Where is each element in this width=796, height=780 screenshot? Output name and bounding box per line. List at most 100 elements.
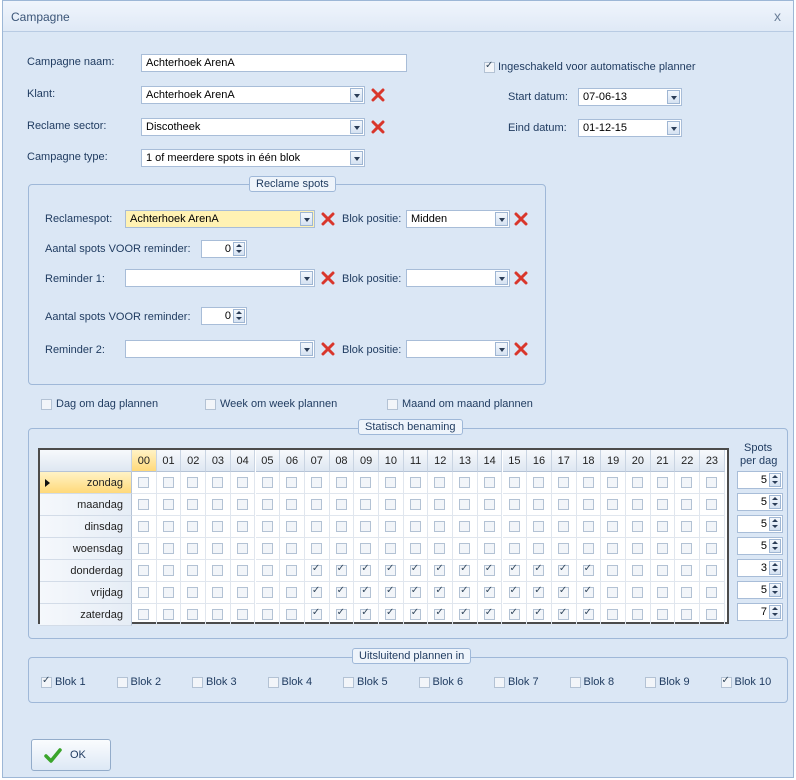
hour-checkbox[interactable] [681,477,693,488]
hour-checkbox[interactable] [459,477,471,488]
hour-header[interactable]: 12 [428,450,454,472]
spinner-arrows-icon[interactable] [769,473,781,487]
hour-checkbox[interactable] [632,587,643,598]
hour-header[interactable]: 05 [255,450,281,472]
blok-checkbox[interactable] [645,677,656,688]
hour-header[interactable]: 01 [156,450,182,472]
day-row-header[interactable]: donderdag [40,560,132,582]
hour-checkbox[interactable] [508,607,520,620]
hour-checkbox[interactable] [533,499,545,510]
hour-checkbox[interactable] [557,543,569,554]
hour-checkbox[interactable] [483,521,495,532]
hour-checkbox[interactable] [434,499,446,510]
hour-checkbox[interactable] [286,587,298,598]
hour-checkbox[interactable] [236,477,248,488]
hour-header[interactable]: 14 [477,450,503,472]
hour-header[interactable]: 07 [304,450,330,472]
spots-per-dag-spinner[interactable]: 5 [737,515,783,533]
hour-checkbox[interactable] [138,521,149,532]
hour-checkbox[interactable] [385,543,396,554]
hour-checkbox[interactable] [607,521,619,532]
hour-checkbox[interactable] [212,587,224,598]
hour-checkbox[interactable] [409,543,421,554]
blok-checkbox[interactable] [418,677,430,688]
chevron-down-icon[interactable] [300,342,313,356]
remove-reminder-2-icon[interactable] [321,342,335,356]
hour-checkbox[interactable] [360,543,372,554]
blok-checkbox[interactable] [267,677,279,688]
hour-checkbox[interactable] [385,521,396,532]
spots-per-dag-spinner[interactable]: 7 [737,603,783,621]
hour-checkbox[interactable] [236,609,248,620]
spots-per-dag-spinner[interactable]: 5 [737,493,783,511]
blok-checkbox[interactable] [343,677,354,688]
hour-checkbox[interactable] [310,607,322,620]
hour-checkbox[interactable] [483,499,495,510]
start-datum-picker[interactable]: 07-06-13 [578,88,682,106]
hour-checkbox[interactable] [261,565,273,576]
spinner-arrows-icon[interactable] [233,309,245,323]
aantal-spots-2-spinner[interactable]: 0 [201,307,247,325]
hour-checkbox[interactable] [385,563,396,576]
hour-checkbox[interactable] [706,609,718,620]
hour-checkbox[interactable] [706,565,718,576]
reclame-sector-combo[interactable]: Discotheek [141,118,365,136]
hour-checkbox[interactable] [335,563,347,576]
close-icon[interactable]: x [774,8,781,24]
hour-checkbox[interactable] [508,499,520,510]
hour-checkbox[interactable] [310,499,322,510]
hour-checkbox[interactable] [459,607,471,620]
hour-checkbox[interactable] [483,477,495,488]
spinner-arrows-icon[interactable] [769,539,781,553]
hour-header[interactable]: 06 [280,450,305,472]
hour-header[interactable]: 11 [403,450,429,472]
hour-checkbox[interactable] [162,587,174,598]
hour-checkbox[interactable] [533,585,545,598]
hour-header[interactable]: 16 [527,450,552,472]
blok-checkbox[interactable] [41,675,52,688]
blok-positie-3-combo[interactable] [406,340,510,358]
chevron-down-icon[interactable] [350,151,363,165]
remove-klant-icon[interactable] [371,88,385,102]
hour-checkbox[interactable] [681,609,693,620]
hour-checkbox[interactable] [459,543,471,554]
hour-checkbox[interactable] [557,477,569,488]
hour-checkbox[interactable] [656,499,668,510]
hour-checkbox[interactable] [162,521,174,532]
hour-checkbox[interactable] [582,521,594,532]
hour-checkbox[interactable] [385,607,396,620]
eind-datum-picker[interactable]: 01-12-15 [578,119,682,137]
hour-header[interactable]: 03 [206,450,231,472]
hour-checkbox[interactable] [236,543,248,554]
hour-checkbox[interactable] [533,543,545,554]
hour-checkbox[interactable] [434,521,446,532]
hour-checkbox[interactable] [607,565,619,576]
remove-blok-positie-3-icon[interactable] [514,342,528,356]
hour-checkbox[interactable] [434,563,446,576]
hour-checkbox[interactable] [582,563,594,576]
hour-checkbox[interactable] [483,543,495,554]
hour-checkbox[interactable] [632,543,643,554]
hour-checkbox[interactable] [681,565,693,576]
aantal-spots-1-spinner[interactable]: 0 [201,240,247,258]
hour-checkbox[interactable] [335,543,347,554]
hour-checkbox[interactable] [632,521,643,532]
hour-checkbox[interactable] [508,585,520,598]
hour-checkbox[interactable] [632,609,643,620]
hour-checkbox[interactable] [706,477,718,488]
hour-header[interactable]: 15 [502,450,528,472]
hour-checkbox[interactable] [483,607,495,620]
auto-planner-checkbox[interactable] [484,60,495,73]
chevron-down-icon[interactable] [495,212,508,226]
hour-checkbox[interactable] [335,499,347,510]
day-row-header[interactable]: zaterdag [40,604,132,626]
hour-checkbox[interactable] [385,477,396,488]
remove-sector-icon[interactable] [371,120,385,134]
hour-checkbox[interactable] [187,521,199,532]
chevron-down-icon[interactable] [495,342,508,356]
hour-header[interactable]: 21 [650,450,676,472]
hour-checkbox[interactable] [286,565,298,576]
hour-checkbox[interactable] [360,607,372,620]
hour-checkbox[interactable] [261,521,273,532]
remove-blok-positie-icon[interactable] [514,212,528,226]
